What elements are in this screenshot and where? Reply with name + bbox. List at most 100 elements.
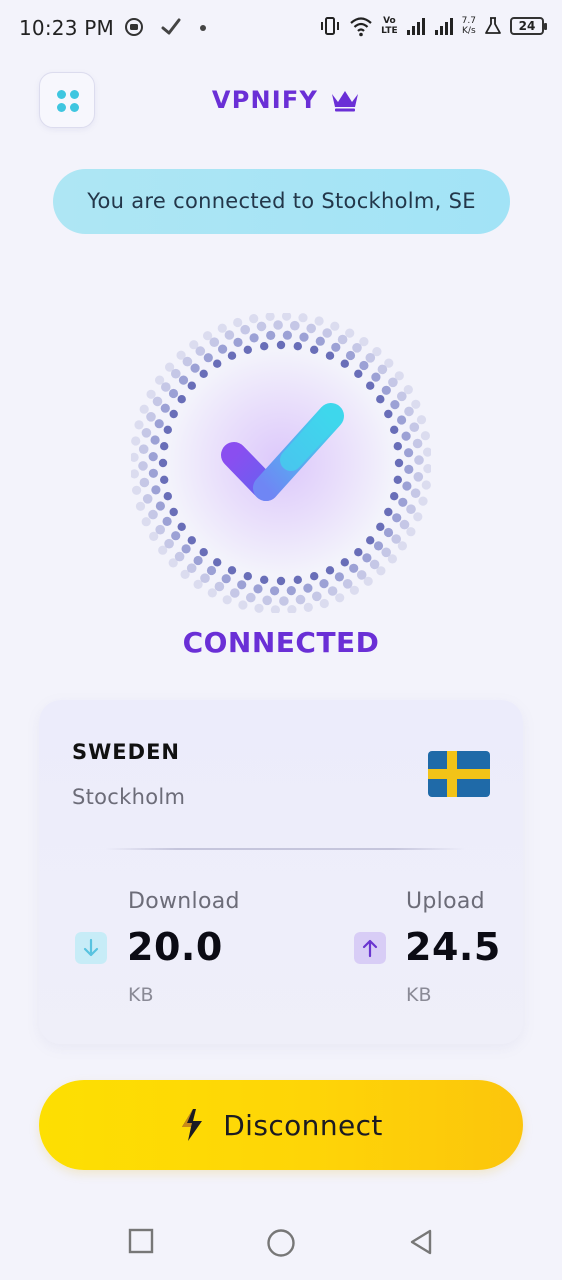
app-header: VPNIFY xyxy=(0,86,562,114)
status-right-icons: Vo LTE 7.7 K/s 24 xyxy=(319,15,547,37)
ring-dot xyxy=(299,332,309,342)
ring-dot xyxy=(132,485,142,495)
ring-dot xyxy=(314,316,324,326)
ring-dot xyxy=(246,592,256,603)
ring-dot xyxy=(189,340,199,350)
ring-dot xyxy=(359,337,369,347)
ring-dot xyxy=(392,513,402,523)
disconnect-button[interactable]: Disconnect xyxy=(39,1080,523,1170)
ring-dot xyxy=(394,458,404,468)
circle-icon[interactable] xyxy=(266,1228,296,1258)
ring-dot xyxy=(218,344,228,354)
ring-dot xyxy=(276,340,286,350)
ring-dot xyxy=(155,375,165,385)
check-notification-icon xyxy=(161,18,181,35)
ring-dot xyxy=(371,372,381,382)
ring-dot xyxy=(359,360,369,371)
ring-dot xyxy=(217,323,227,333)
ring-dot xyxy=(243,572,252,581)
ring-dot xyxy=(384,358,394,368)
ring-dot xyxy=(401,431,411,441)
connection-indicator[interactable] xyxy=(131,313,431,613)
ring-dot xyxy=(148,468,158,478)
ring-dot xyxy=(151,485,161,495)
volte-indicator: Vo LTE xyxy=(381,16,398,36)
ring-dot xyxy=(203,331,213,341)
ring-dot xyxy=(262,595,272,606)
ring-dot xyxy=(266,330,276,340)
ring-dot xyxy=(293,342,302,351)
ring-dot xyxy=(397,541,407,551)
ring-dot xyxy=(176,350,186,360)
signal-strength-icon-2 xyxy=(434,18,453,35)
server-card[interactable]: SWEDEN Stockholm Download 20.0 KB Upload… xyxy=(39,700,523,1044)
ring-dot xyxy=(141,428,152,438)
status-left-icons xyxy=(124,17,208,37)
ring-dot xyxy=(139,477,150,488)
ring-dot xyxy=(207,588,217,598)
ring-dot xyxy=(230,588,240,598)
brand[interactable]: VPNIFY xyxy=(212,86,360,114)
ring-dot xyxy=(213,558,222,567)
ring-dot xyxy=(222,595,232,605)
ring-dot xyxy=(154,419,164,429)
download-value: 20.0 xyxy=(127,925,223,969)
ring-dot xyxy=(306,323,316,334)
upload-unit: KB xyxy=(406,984,432,1006)
status-bar: 10:23 PM Vo LTE 7.7 K/s 24 xyxy=(0,0,562,58)
ring-dot xyxy=(158,545,168,555)
ring-dot xyxy=(273,320,283,330)
ring-dot xyxy=(290,320,300,331)
ring-dot xyxy=(148,452,158,462)
ring-dot xyxy=(240,324,250,335)
ring-dot xyxy=(286,586,296,596)
flag-cross-horizontal xyxy=(428,769,490,779)
ring-dot xyxy=(177,522,186,531)
ring-dot xyxy=(237,580,247,590)
lab-flask-icon xyxy=(485,17,501,34)
ring-dot xyxy=(152,396,163,407)
square-icon[interactable] xyxy=(128,1228,154,1254)
ring-dot xyxy=(404,448,414,458)
ring-dot xyxy=(376,566,386,576)
ring-dot xyxy=(409,422,420,432)
ring-dot xyxy=(253,584,263,594)
ring-dot xyxy=(404,406,414,417)
ring-dot xyxy=(411,399,421,409)
ring-dot xyxy=(376,395,385,404)
ring-dot xyxy=(349,563,359,573)
ring-dot xyxy=(413,512,423,522)
ring-dot xyxy=(330,321,340,331)
brand-title: VPNIFY xyxy=(211,86,319,114)
ring-dot xyxy=(146,389,156,399)
ring-dot xyxy=(384,507,393,517)
sweden-flag-icon xyxy=(428,751,490,797)
ring-dot xyxy=(412,438,423,449)
ring-dot xyxy=(249,333,259,343)
ring-dot xyxy=(168,388,179,399)
ring-dot xyxy=(260,342,269,351)
ring-dot xyxy=(199,548,208,557)
crown-icon xyxy=(332,91,359,112)
ring-dot xyxy=(298,313,308,323)
ring-dot xyxy=(169,409,178,419)
ring-dot xyxy=(270,586,280,596)
ring-dot xyxy=(138,461,148,471)
ring-dot xyxy=(148,509,158,520)
ring-dot xyxy=(340,359,349,368)
ring-dot xyxy=(131,436,141,446)
connection-ring xyxy=(131,313,431,613)
ring-dot xyxy=(310,572,319,581)
ring-dot xyxy=(138,444,149,454)
ring-dot xyxy=(390,492,399,501)
ring-dot xyxy=(418,496,428,506)
triangle-back-icon[interactable] xyxy=(408,1228,434,1256)
more-notifications-dot-icon xyxy=(200,25,206,31)
ring-dot xyxy=(131,469,139,479)
ring-dot xyxy=(178,375,189,385)
ring-dot xyxy=(366,381,375,390)
connection-status: CONNECTED xyxy=(182,626,380,659)
ring-dot xyxy=(310,345,319,354)
ring-dot xyxy=(163,492,172,501)
volte-top-label: Vo xyxy=(383,16,396,26)
